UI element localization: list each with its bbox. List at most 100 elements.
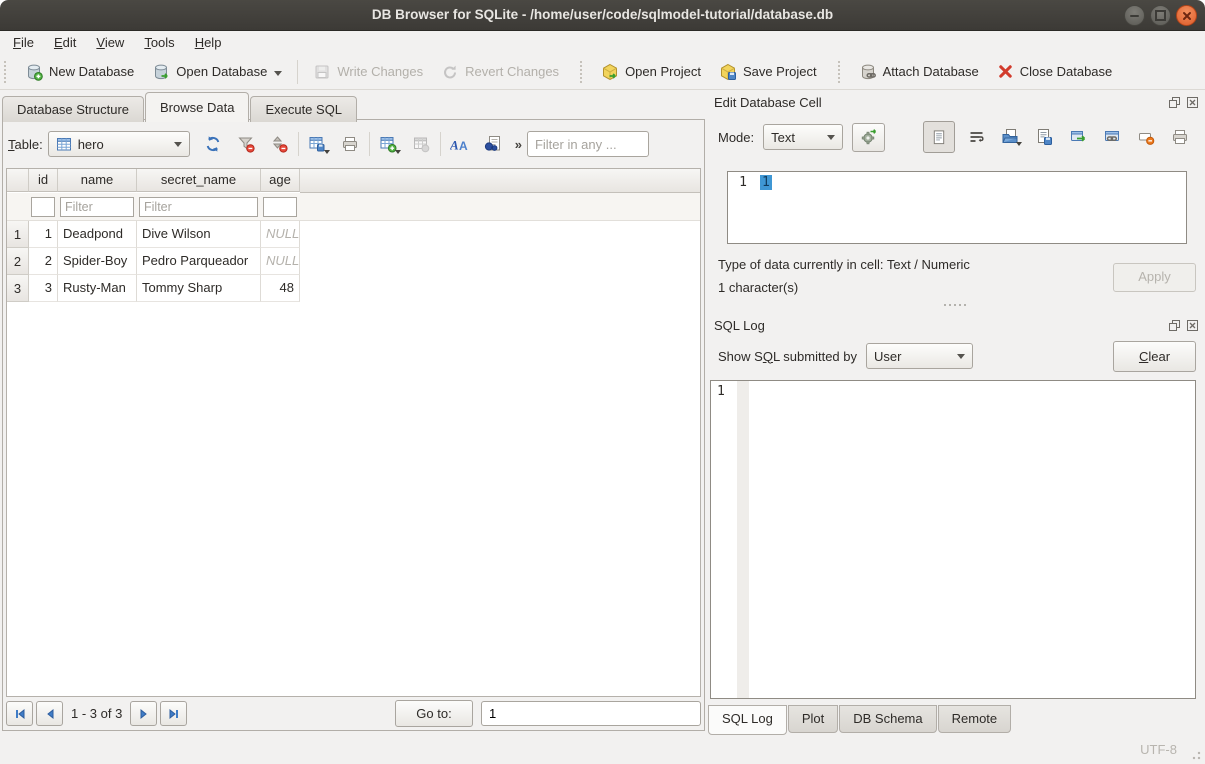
import-data-button[interactable] bbox=[997, 124, 1023, 150]
tab-database-structure[interactable]: Database Structure bbox=[2, 96, 144, 122]
sql-log-editor[interactable]: 1 bbox=[710, 380, 1196, 699]
close-dock-button[interactable] bbox=[1185, 95, 1199, 109]
maximize-icon bbox=[1155, 10, 1166, 21]
row-header[interactable]: 3 bbox=[7, 275, 29, 302]
dock-tab-plot[interactable]: Plot bbox=[788, 705, 838, 733]
menu-view[interactable]: View bbox=[86, 33, 134, 52]
cell-secret-name[interactable]: Tommy Sharp bbox=[137, 275, 261, 302]
close-button[interactable] bbox=[1176, 5, 1197, 26]
clear-sorting-button[interactable] bbox=[266, 131, 293, 158]
new-database-label: New Database bbox=[49, 64, 134, 79]
print-cell-button[interactable] bbox=[1167, 124, 1193, 150]
cell-name[interactable]: Rusty-Man bbox=[58, 275, 137, 302]
chevron-down-icon bbox=[827, 135, 835, 144]
column-header-age[interactable]: age bbox=[261, 169, 300, 192]
toolbar-overflow-button[interactable]: » bbox=[515, 137, 522, 152]
filter-any-input[interactable] bbox=[527, 131, 649, 157]
print-button[interactable] bbox=[337, 131, 364, 158]
close-database-button[interactable]: Close Database bbox=[988, 58, 1122, 85]
dock-tab-sql-log[interactable]: SQL Log bbox=[708, 705, 787, 735]
write-changes-button: Write Changes bbox=[304, 58, 432, 86]
menu-file[interactable]: File bbox=[3, 33, 44, 52]
cell-secret-name[interactable]: Dive Wilson bbox=[137, 221, 261, 248]
cell-secret-name[interactable]: Pedro Parqueador bbox=[137, 248, 261, 275]
apply-format-button[interactable] bbox=[852, 123, 885, 152]
cell-id[interactable]: 2 bbox=[29, 248, 58, 275]
set-null-button[interactable] bbox=[1133, 124, 1159, 150]
toolbar-handle[interactable] bbox=[838, 61, 845, 83]
dock-tab-db-schema[interactable]: DB Schema bbox=[839, 705, 936, 733]
column-header-secret-name[interactable]: secret_name bbox=[137, 169, 261, 192]
titlebar[interactable]: DB Browser for SQLite - /home/user/code/… bbox=[0, 0, 1205, 31]
cell-age[interactable]: 48 bbox=[261, 275, 300, 302]
filter-input-name[interactable] bbox=[60, 197, 134, 217]
clear-log-button[interactable]: Clear bbox=[1113, 341, 1196, 372]
open-project-button[interactable]: Open Project bbox=[592, 58, 710, 86]
save-table-button[interactable] bbox=[304, 131, 331, 158]
close-database-label: Close Database bbox=[1020, 64, 1113, 79]
maximize-button[interactable] bbox=[1150, 5, 1171, 26]
new-database-button[interactable]: New Database bbox=[16, 58, 143, 86]
insert-record-button[interactable] bbox=[375, 131, 402, 158]
open-in-app-button[interactable] bbox=[1065, 124, 1091, 150]
tab-browse-data[interactable]: Browse Data bbox=[145, 92, 249, 122]
filter-input-secret-name[interactable] bbox=[139, 197, 258, 217]
goto-label: Go to: bbox=[416, 706, 451, 721]
font-settings-button[interactable]: A A bbox=[446, 131, 473, 158]
open-project-icon bbox=[601, 63, 619, 81]
table-row[interactable]: 1 1 Deadpond Dive Wilson NULL bbox=[7, 221, 700, 248]
open-database-dropdown-caret[interactable] bbox=[274, 71, 282, 80]
cell-id[interactable]: 3 bbox=[29, 275, 58, 302]
filter-input-id[interactable] bbox=[31, 197, 55, 217]
export-data-icon bbox=[1035, 128, 1053, 146]
row-header[interactable]: 1 bbox=[7, 221, 29, 248]
attach-database-button[interactable]: Attach Database bbox=[850, 58, 988, 86]
table-row[interactable]: 2 2 Spider-Boy Pedro Parqueador NULL bbox=[7, 248, 700, 275]
toolbar-handle[interactable] bbox=[4, 61, 11, 83]
resize-grip[interactable] bbox=[1191, 750, 1201, 760]
first-record-button[interactable] bbox=[6, 701, 33, 726]
minimize-button[interactable] bbox=[1124, 5, 1145, 26]
revert-changes-label: Revert Changes bbox=[465, 64, 559, 79]
cell-value-editor[interactable]: 1 1 bbox=[727, 171, 1187, 244]
tab-execute-sql[interactable]: Execute SQL bbox=[250, 96, 357, 122]
word-wrap-button[interactable] bbox=[963, 124, 989, 150]
column-header-name[interactable]: name bbox=[58, 169, 137, 192]
mode-select[interactable]: Text bbox=[763, 124, 843, 150]
column-header-id[interactable]: id bbox=[29, 169, 58, 192]
copy-link-button[interactable] bbox=[1099, 124, 1125, 150]
close-dock-button[interactable] bbox=[1185, 318, 1199, 332]
text-mode-button[interactable] bbox=[923, 121, 955, 153]
export-data-button[interactable] bbox=[1031, 124, 1057, 150]
toolbar-handle[interactable] bbox=[580, 61, 587, 83]
cell-age[interactable]: NULL bbox=[261, 248, 300, 275]
menu-help[interactable]: Help bbox=[185, 33, 232, 52]
sql-source-select[interactable]: User bbox=[866, 343, 973, 369]
cell-id[interactable]: 1 bbox=[29, 221, 58, 248]
save-project-button[interactable]: Save Project bbox=[710, 58, 826, 86]
goto-input[interactable] bbox=[481, 701, 701, 726]
table-row[interactable]: 3 3 Rusty-Man Tommy Sharp 48 bbox=[7, 275, 700, 302]
close-icon bbox=[1182, 11, 1192, 21]
first-record-icon bbox=[14, 708, 26, 720]
table-select[interactable]: hero bbox=[48, 131, 190, 157]
float-dock-button[interactable] bbox=[1167, 318, 1181, 332]
row-header[interactable]: 2 bbox=[7, 248, 29, 275]
cell-name[interactable]: Spider-Boy bbox=[58, 248, 137, 275]
dock-tab-remote[interactable]: Remote bbox=[938, 705, 1012, 733]
last-record-button[interactable] bbox=[160, 701, 187, 726]
menu-tools[interactable]: Tools bbox=[134, 33, 184, 52]
open-database-button[interactable]: Open Database bbox=[143, 58, 291, 86]
find-replace-button[interactable] bbox=[480, 131, 507, 158]
menu-edit[interactable]: Edit bbox=[44, 33, 86, 52]
next-record-button[interactable] bbox=[130, 701, 157, 726]
cell-name[interactable]: Deadpond bbox=[58, 221, 137, 248]
goto-button[interactable]: Go to: bbox=[395, 700, 473, 727]
dock-splitter-handle[interactable] bbox=[705, 302, 1205, 308]
refresh-button[interactable] bbox=[200, 131, 227, 158]
filter-input-age[interactable] bbox=[263, 197, 297, 217]
previous-record-button[interactable] bbox=[36, 701, 63, 726]
cell-age[interactable]: NULL bbox=[261, 221, 300, 248]
clear-filters-button[interactable] bbox=[233, 131, 260, 158]
float-dock-button[interactable] bbox=[1167, 95, 1181, 109]
